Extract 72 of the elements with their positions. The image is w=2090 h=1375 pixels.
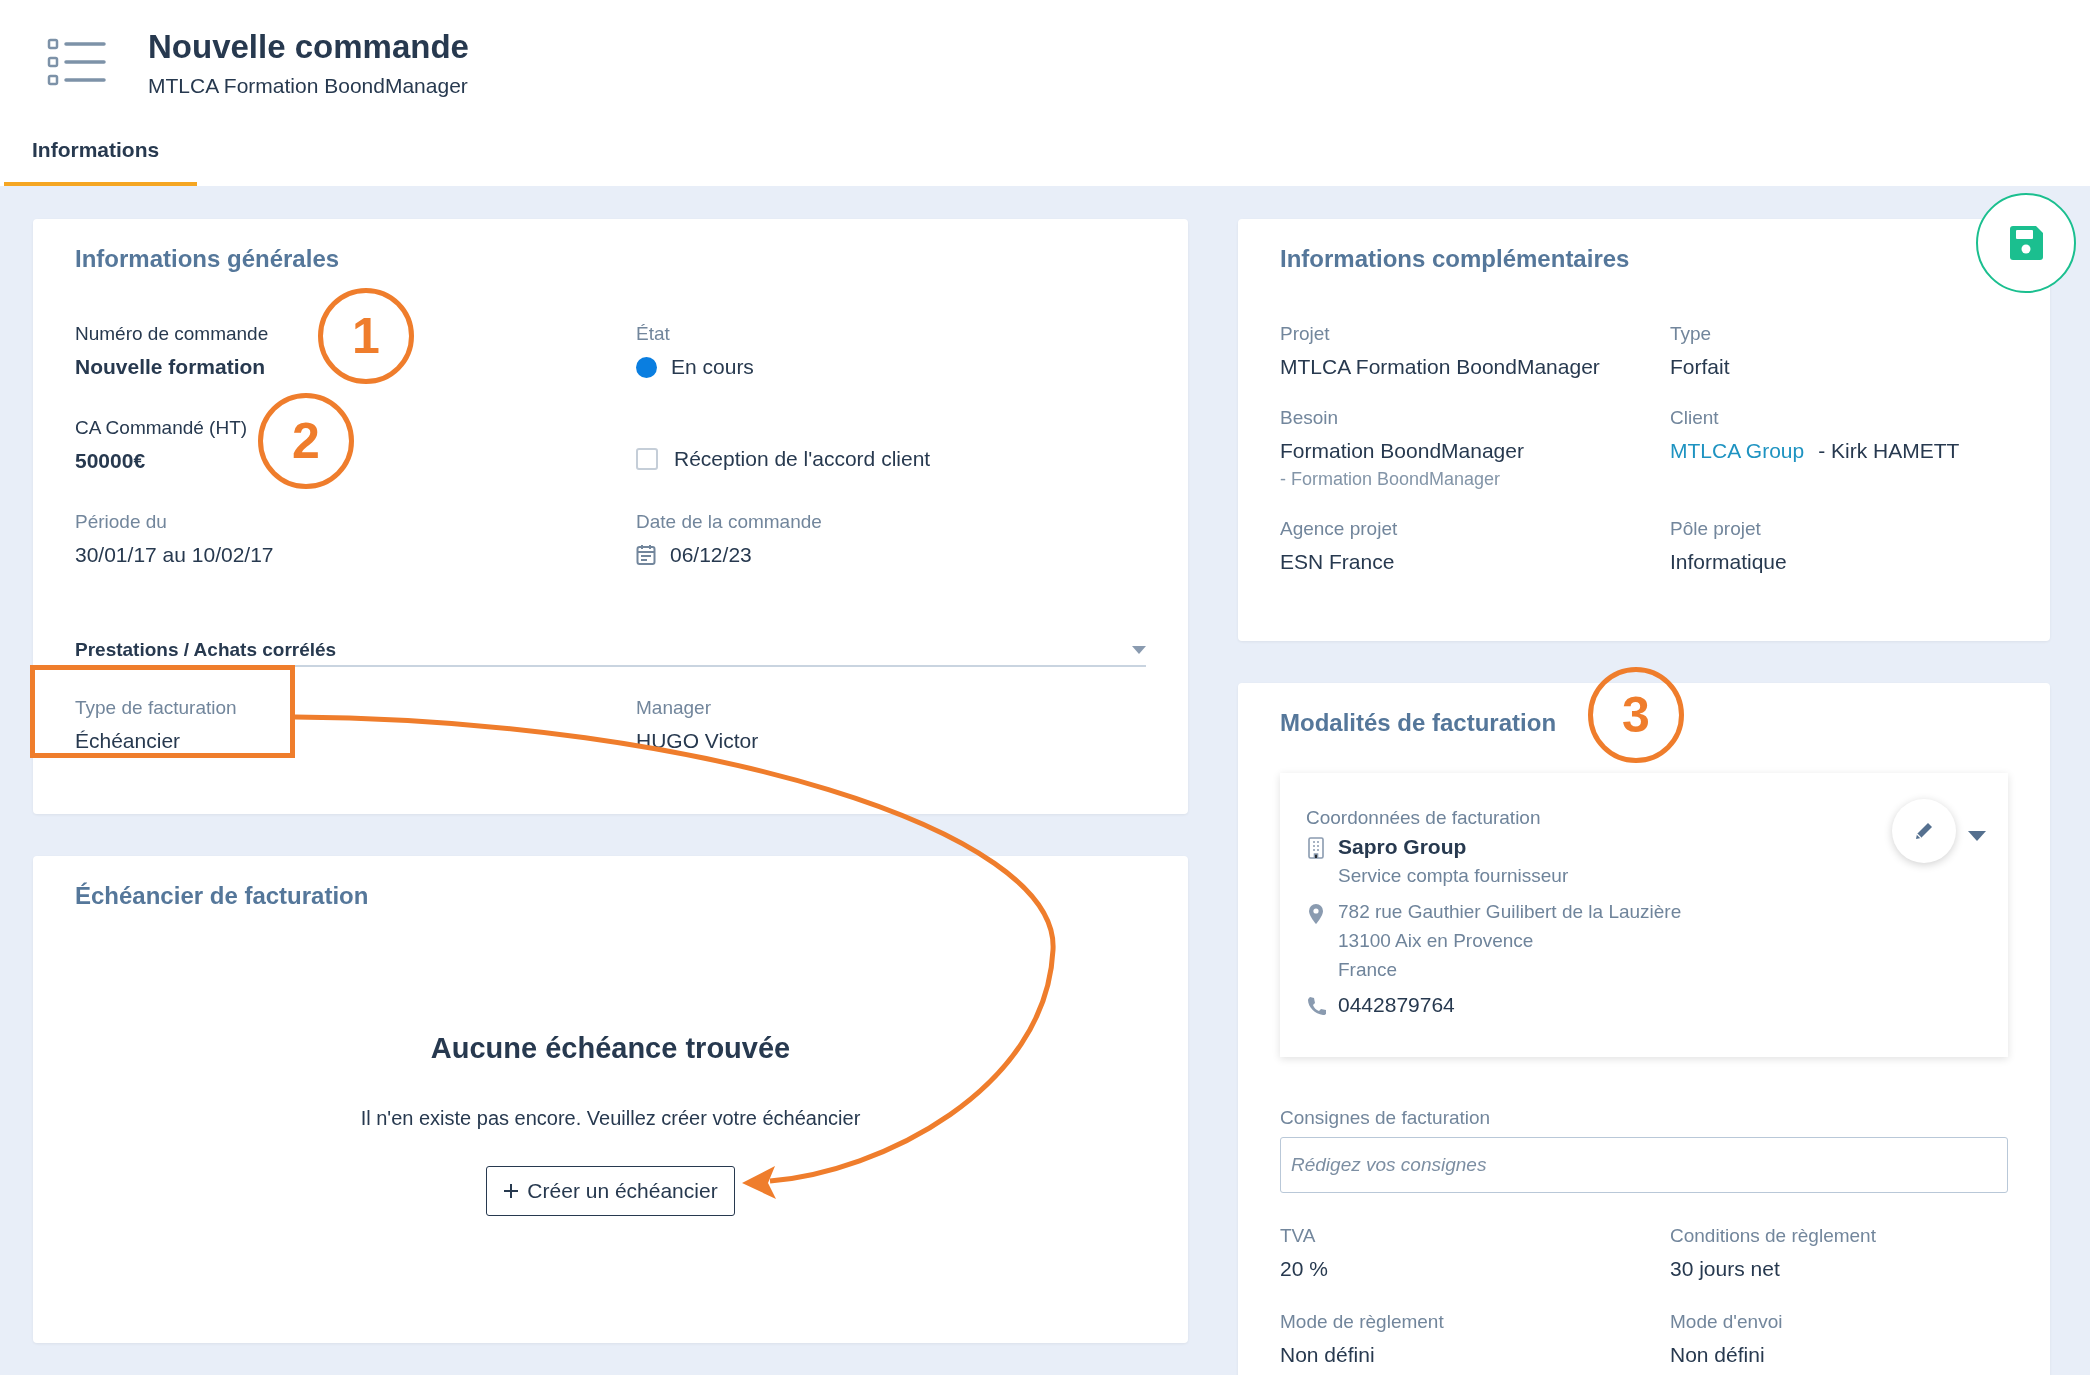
card-title: Échéancier de facturation: [75, 882, 369, 910]
card-title: Informations complémentaires: [1280, 245, 1630, 273]
field-value: HUGO Victor: [636, 729, 759, 753]
field-label: Type: [1670, 323, 1712, 345]
company-name: Sapro Group: [1338, 835, 1468, 859]
status-dot-icon: [636, 356, 657, 378]
list-icon[interactable]: [46, 38, 106, 88]
field-label: Pôle projet: [1670, 518, 1761, 540]
field-value: 30 jours net: [1670, 1257, 1780, 1281]
step-number: 3: [1588, 667, 1684, 763]
field-label: Date de la commande: [636, 511, 822, 533]
field-value: En cours: [671, 355, 754, 379]
field-label: Mode d'envoi: [1670, 1311, 1783, 1333]
field-value: Échéancier: [75, 729, 181, 753]
address-label: Coordonnées de facturation: [1306, 807, 1542, 829]
field-label: Besoin: [1280, 407, 1339, 429]
field-value: - Kirk HAMETT: [1818, 439, 1960, 463]
caret-icon[interactable]: [1968, 831, 1986, 841]
field-value: ESN France: [1280, 550, 1395, 574]
field-label: TVA: [1280, 1225, 1316, 1247]
field-value: 50000€: [75, 449, 146, 473]
field-value: 30/01/17 au 10/02/17: [75, 543, 274, 567]
address-line: 13100 Aix en Provence: [1338, 930, 1535, 952]
address-line: France: [1338, 959, 1399, 981]
edit-button[interactable]: [1892, 799, 1956, 863]
field-value: Forfait: [1670, 355, 1730, 379]
pencil-icon: [1913, 820, 1935, 842]
field-label: Mode de règlement: [1280, 1311, 1444, 1333]
field-value: Non défini: [1280, 1343, 1375, 1367]
phone-number: 0442879764: [1338, 993, 1455, 1017]
field-label: CA Commandé (HT): [75, 417, 248, 439]
field-value: Non défini: [1670, 1343, 1765, 1367]
field-label: Numéro de commande: [75, 323, 269, 345]
field-value: 20 %: [1280, 1257, 1328, 1281]
building-icon: [1306, 837, 1326, 859]
tab[interactable]: Informations: [4, 134, 198, 186]
field-label: Conditions de règlement: [1670, 1225, 1876, 1247]
field-label: Consignes de facturation: [1280, 1107, 1491, 1129]
phone-icon: [1306, 995, 1326, 1017]
calendar-icon: [636, 544, 656, 566]
field-subvalue: - Formation BoondManager: [1280, 469, 1502, 490]
caret-icon: [1132, 646, 1146, 654]
section-dropdown[interactable]: Prestations / Achats corrélés: [75, 639, 1146, 667]
field-label: Agence projet: [1280, 518, 1398, 540]
client-link[interactable]: MTLCA Group: [1670, 439, 1805, 463]
instructions-input[interactable]: Rédigez vos consignes: [1280, 1137, 2008, 1193]
page-title: Nouvelle commande: [148, 28, 469, 66]
card-title: Modalités de facturation: [1280, 709, 1557, 737]
step-number: 2: [258, 393, 354, 489]
field-value: Nouvelle formation: [75, 355, 266, 379]
field-value: Formation BoondManager: [1280, 439, 1524, 463]
plus-icon: [503, 1183, 520, 1199]
checkbox[interactable]: [636, 448, 658, 470]
field-label: Période du: [75, 511, 167, 533]
checkbox-label: Réception de l'accord client: [674, 447, 931, 471]
empty-state-text: Il n'en existe pas encore. Veuillez créer votre échéancier: [360, 1107, 861, 1130]
location-pin-icon: [1306, 903, 1326, 925]
field-label: Type de facturation: [75, 697, 237, 719]
field-label: Projet: [1280, 323, 1330, 345]
empty-state-title: Aucune échéance trouvée: [430, 1032, 791, 1065]
card-title: Informations générales: [75, 245, 340, 273]
address-line: 782 rue Gauthier Guilibert de la Lauzière: [1338, 901, 1682, 923]
field-label: Client: [1670, 407, 1719, 429]
create-schedule-button[interactable]: Créer un échéancier: [486, 1166, 735, 1216]
step-number: 1: [318, 288, 414, 384]
field-value: MTLCA Formation BoondManager: [1280, 355, 1600, 379]
field-label: Manager: [636, 697, 711, 719]
department-name: Service compta fournisseur: [1338, 865, 1569, 887]
field-label: État: [636, 323, 670, 345]
page-subtitle: MTLCA Formation BoondManager: [148, 74, 469, 98]
field-value: Informatique: [1670, 550, 1787, 574]
field-value: 06/12/23: [670, 543, 752, 567]
